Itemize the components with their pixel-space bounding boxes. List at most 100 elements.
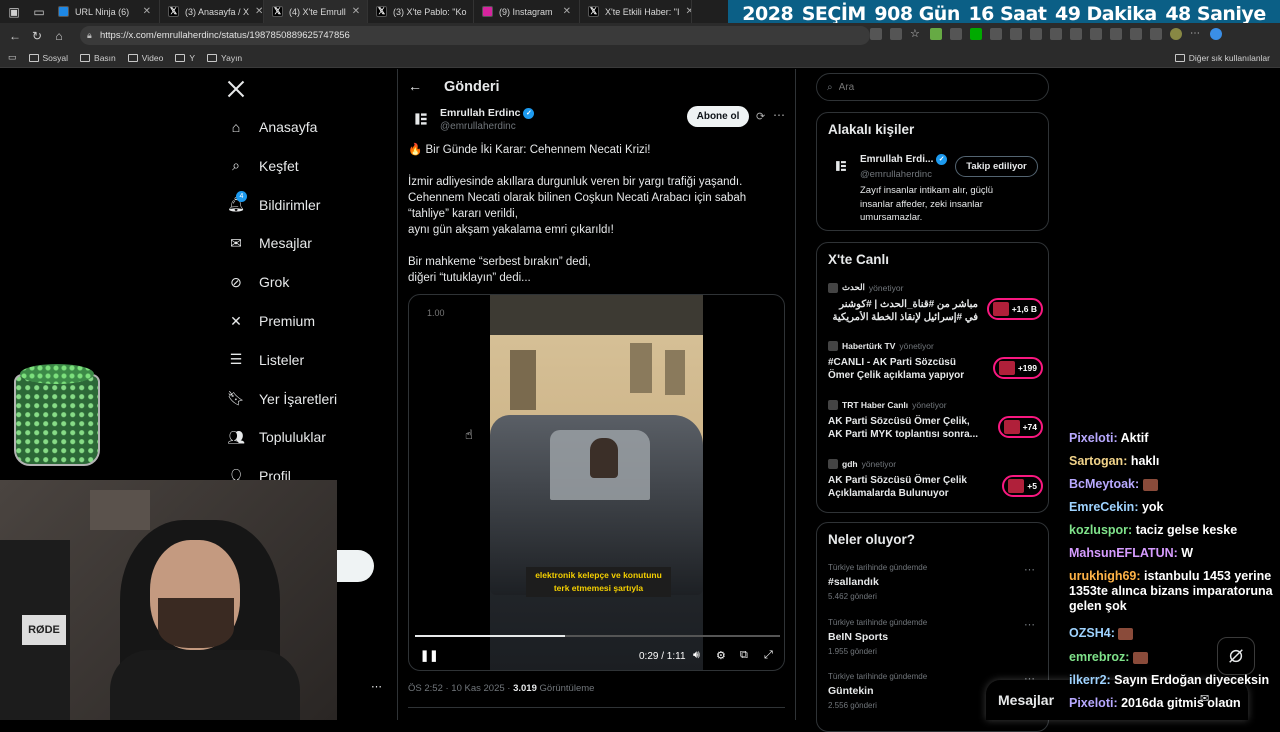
sidebar-item-x[interactable]: ✕ Premium bbox=[227, 312, 315, 330]
performance-icon[interactable] bbox=[1130, 28, 1142, 40]
related-name-row[interactable]: Emrullah Erdi... ✓ bbox=[860, 154, 948, 165]
folder-icon bbox=[207, 53, 218, 62]
page-title: Gönderi bbox=[444, 79, 500, 95]
pause-icon[interactable]: ❚❚ bbox=[420, 649, 438, 662]
url-text: https://x.com/emrullaherdinc/status/1987… bbox=[100, 30, 350, 41]
listener-count: +74 bbox=[1022, 422, 1037, 432]
author-avatar[interactable] bbox=[408, 106, 434, 132]
browser-menu-icon[interactable]: ⋯ bbox=[1190, 28, 1202, 40]
extension-icon-6[interactable] bbox=[1030, 28, 1042, 40]
account-more-icon[interactable]: ⋯ bbox=[371, 680, 382, 693]
sidebar-item-home[interactable]: ⌂ Anasayfa bbox=[227, 118, 318, 136]
live-broadcast-item[interactable]: TRT Haber Canlı yönetiyor AK Parti Sözcüsü… bbox=[828, 400, 1043, 441]
sidebar-item-bell[interactable]: 🔔︎ 4 Bildirimler bbox=[227, 190, 320, 214]
grok-analyze-icon[interactable]: ⟳ bbox=[756, 110, 765, 123]
copilot-icon[interactable] bbox=[1210, 28, 1222, 40]
listener-count: +5 bbox=[1027, 481, 1037, 491]
bookmark-folder[interactable]: Yayın bbox=[207, 53, 242, 63]
extension-icon-5[interactable] bbox=[1010, 28, 1022, 40]
chat-text: Sayın Erdoğan diyeceksin bbox=[1114, 673, 1270, 687]
tab-title: (4) X'te Emrull bbox=[289, 6, 346, 17]
search-box[interactable]: ⌕ bbox=[816, 73, 1049, 101]
sidebar-post-button-fragment[interactable] bbox=[337, 550, 374, 582]
back-arrow-icon[interactable]: ← bbox=[408, 78, 422, 94]
more-options-icon[interactable]: ⋯ bbox=[1024, 618, 1035, 631]
subscribe-button[interactable]: Abone ol bbox=[687, 106, 749, 127]
bookmark-folder[interactable]: Y bbox=[175, 53, 195, 63]
bookmark-label: Y bbox=[189, 52, 196, 63]
bookmark-folder-other[interactable]: Diğer sık kullanılanlar bbox=[1174, 53, 1270, 63]
tab-actions-icon[interactable]: ▭ bbox=[28, 5, 50, 19]
live-broadcast-item[interactable]: الحدث yönetiyor مباشر من #قناة_الحدث | #كو… bbox=[828, 282, 1043, 324]
extension-icon-2[interactable] bbox=[950, 28, 962, 40]
bookmark-folder[interactable]: Basın bbox=[80, 53, 116, 63]
chat-message: BcMeytoak: bbox=[1069, 477, 1274, 492]
browser-tab[interactable]: 𝕏 (4) X'te Emrull ✕ bbox=[264, 0, 368, 23]
channel-logo-icon bbox=[828, 282, 838, 293]
fullscreen-icon[interactable]: ⤢ bbox=[764, 649, 773, 662]
host-avatar-icon bbox=[1003, 420, 1020, 434]
favorite-star-icon[interactable]: ☆ bbox=[910, 28, 922, 40]
x-logo-icon[interactable] bbox=[226, 79, 246, 99]
sidebar-item-bookmark[interactable]: 🔖︎ Yer İşaretleri bbox=[227, 390, 337, 408]
reload-icon[interactable]: ↻ bbox=[26, 29, 48, 43]
browser-tab[interactable]: 𝕏(3) X'te Pablo: "Ko✕ bbox=[368, 0, 474, 23]
related-avatar[interactable] bbox=[830, 155, 852, 177]
extension-icon-7[interactable] bbox=[1050, 28, 1062, 40]
browser-tab[interactable]: 𝕏 (3) Anasayfa / X ✕ bbox=[160, 0, 264, 23]
author-name-row[interactable]: Emrullah Erdinc ✓ bbox=[440, 107, 535, 119]
close-tab-icon[interactable]: ✕ bbox=[563, 6, 571, 17]
author-handle[interactable]: @emrullaherdinc bbox=[440, 121, 516, 132]
more-options-icon[interactable]: ⋯ bbox=[1024, 563, 1035, 576]
search-input[interactable] bbox=[838, 81, 1019, 93]
sidebar-item-mail[interactable]: ✉ Mesajlar bbox=[227, 234, 312, 252]
share-icon[interactable] bbox=[1150, 28, 1162, 40]
favorites-icon[interactable] bbox=[1090, 28, 1102, 40]
chat-message: emrebroz: bbox=[1069, 650, 1274, 665]
countdown-year: 2028 bbox=[742, 3, 794, 25]
mini-player-icon[interactable]: ⧉ bbox=[740, 649, 748, 662]
video-player[interactable]: 1.00 elektronik kelepçe ve konutunu terk… bbox=[408, 294, 785, 671]
extension-icons: ☆ ⋯ bbox=[870, 28, 1222, 40]
bookmark-folder[interactable]: Video bbox=[127, 53, 163, 63]
profile-avatar-icon[interactable] bbox=[1170, 28, 1182, 40]
close-tab-icon[interactable]: ✕ bbox=[143, 6, 151, 17]
translate-icon[interactable] bbox=[890, 28, 902, 40]
sidebar-item-grok[interactable]: ⊘ Grok bbox=[227, 273, 289, 291]
back-icon[interactable]: ← bbox=[4, 29, 26, 43]
live-broadcast-item[interactable]: Habertürk TV yönetiyor #CANLI - AK Parti S… bbox=[828, 341, 1043, 382]
extension-icon-3[interactable] bbox=[970, 28, 982, 40]
stream-jar-widget bbox=[12, 360, 102, 470]
settings-gear-icon[interactable]: ⚙︎ bbox=[716, 649, 726, 662]
browser-tab[interactable]: (9) Instagram ✕ bbox=[474, 0, 580, 23]
home-browser-icon[interactable]: ⌂ bbox=[48, 29, 70, 43]
collections-icon[interactable] bbox=[1110, 28, 1122, 40]
split-screen-icon[interactable] bbox=[1070, 28, 1082, 40]
following-button[interactable]: Takip ediliyor bbox=[955, 156, 1038, 177]
close-tab-icon[interactable]: ✕ bbox=[352, 6, 360, 17]
post-timestamp: ÖS 2:52 · 10 Kas 2025 · 3.019 Görüntülem… bbox=[408, 683, 594, 694]
trend-item[interactable]: Türkiye tarihinde gündemde #sallandık 5.46… bbox=[828, 563, 1043, 601]
sidebar-item-community[interactable]: 👥︎ Topluluklar bbox=[227, 428, 326, 446]
extension-icon-4[interactable] bbox=[990, 28, 1002, 40]
trend-item[interactable]: Türkiye tarihinde gündemde BeIN Sports 1.9… bbox=[828, 618, 1043, 656]
close-tab-icon[interactable]: ✕ bbox=[685, 6, 691, 17]
bookmarks-menu-icon[interactable]: ▭ bbox=[8, 52, 17, 63]
live-broadcast-item[interactable]: gdh yönetiyor AK Parti Sözcüsü Ömer Çelik A… bbox=[828, 459, 1043, 500]
folder-icon bbox=[1174, 53, 1185, 62]
volume-icon[interactable]: 🔊︎ bbox=[693, 649, 700, 662]
sidebar-item-list[interactable]: ☰ Listeler bbox=[227, 351, 304, 369]
host-avatar-icon bbox=[998, 361, 1015, 375]
video-time: 0:29 / 1:11 bbox=[639, 651, 686, 662]
reader-icon[interactable] bbox=[870, 28, 882, 40]
url-bar[interactable]: 🔒︎ https://x.com/emrullaherdinc/status/1… bbox=[80, 26, 870, 45]
browser-tab[interactable]: 𝕏 X'te Etkili Haber: "I ✕ bbox=[580, 0, 692, 23]
video-progress-track[interactable] bbox=[415, 635, 780, 637]
bookmark-folder[interactable]: Sosyal bbox=[28, 53, 68, 63]
browser-tab[interactable]: URL Ninja (6) ✕ bbox=[50, 0, 160, 23]
extension-icon-1[interactable] bbox=[930, 28, 942, 40]
workspaces-icon[interactable]: ▣ bbox=[0, 5, 28, 19]
more-options-icon[interactable]: ⋯ bbox=[773, 108, 785, 122]
close-tab-icon[interactable]: ✕ bbox=[255, 6, 263, 17]
sidebar-item-search[interactable]: ⌕ Keşfet bbox=[227, 157, 299, 175]
